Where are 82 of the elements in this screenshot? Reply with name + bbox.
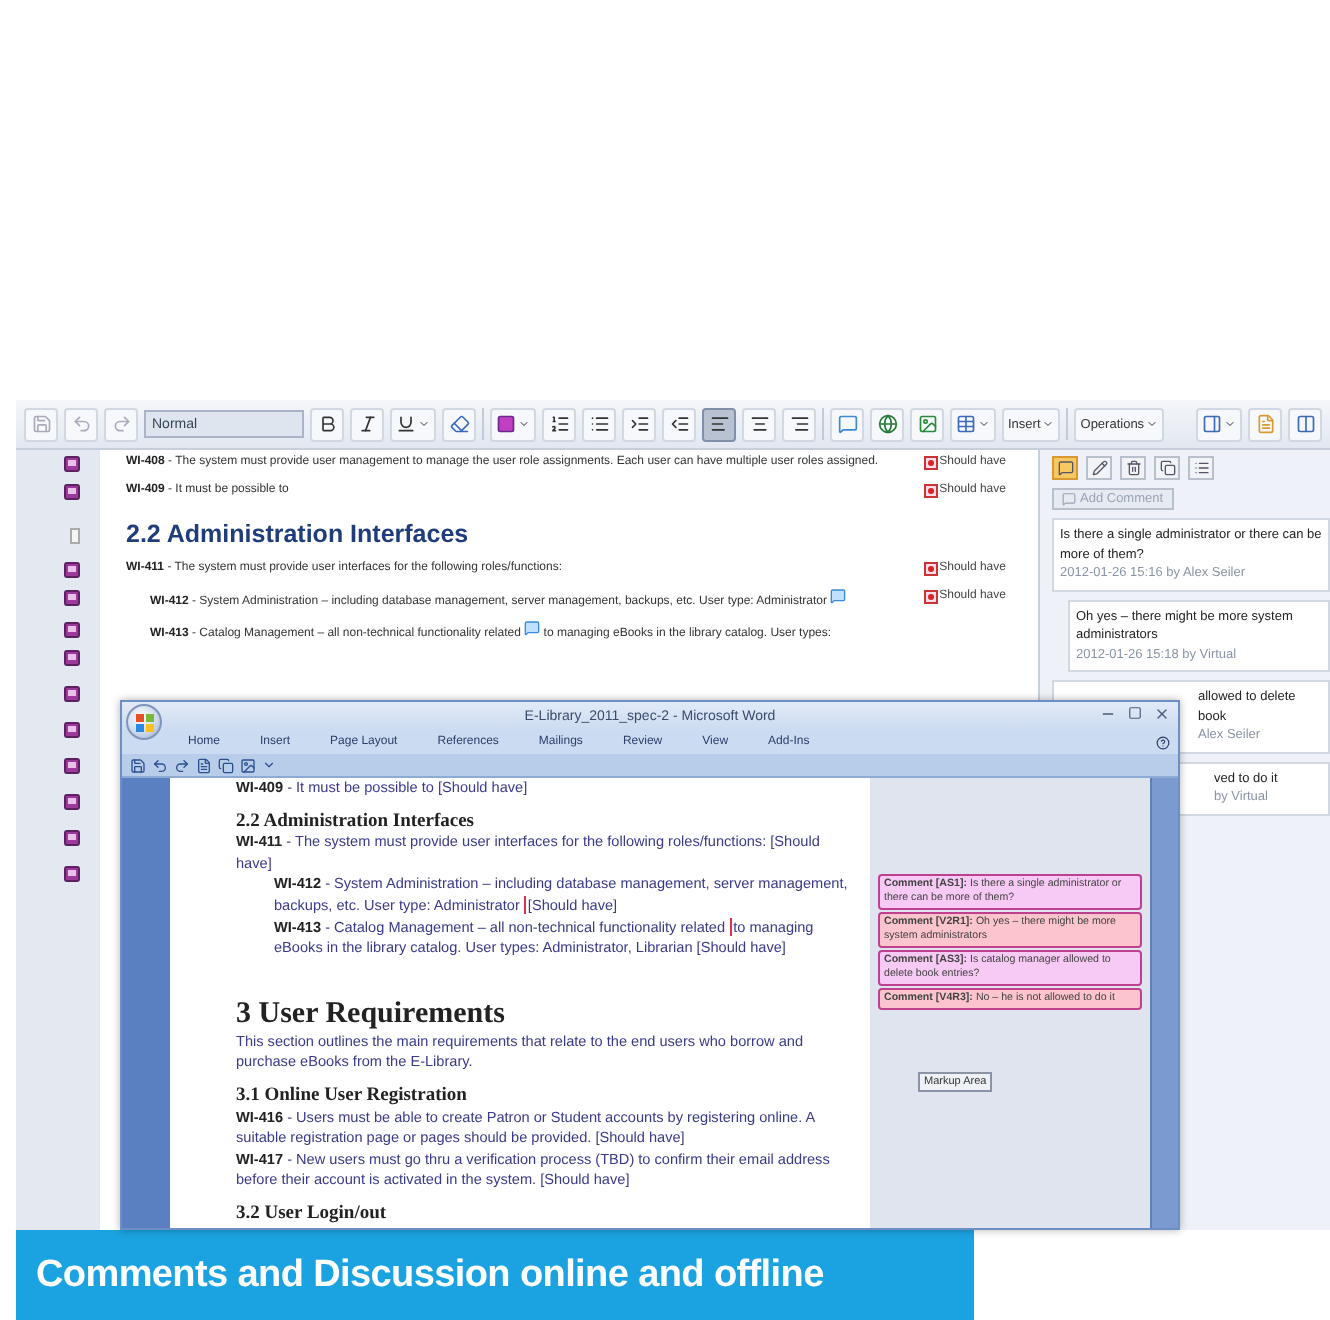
- italic-button[interactable]: [350, 407, 384, 441]
- document-icon: [64, 757, 80, 773]
- square-icon: [496, 414, 516, 434]
- document-icon: [1255, 414, 1275, 434]
- italic-icon: [357, 414, 377, 434]
- table-button[interactable]: [950, 407, 996, 441]
- align-left-icon: [709, 414, 729, 434]
- speech-bubble-icon: [1062, 492, 1076, 506]
- eraser-icon: [449, 414, 469, 434]
- save-icon: [31, 414, 51, 434]
- heading: 2.2 Administration Interfaces: [236, 811, 477, 833]
- indent-button[interactable]: [622, 407, 656, 441]
- undo-icon[interactable]: [152, 757, 168, 773]
- heading: 3.1 Online User Registration: [236, 1085, 469, 1108]
- panel-button[interactable]: [1196, 407, 1242, 441]
- caption-banner: Comments and Discussion online and offline: [16, 1230, 974, 1320]
- bold-button[interactable]: [310, 407, 344, 441]
- outdent-button[interactable]: [662, 407, 696, 441]
- underline-icon: [396, 414, 416, 434]
- indent-icon: [629, 414, 649, 434]
- panel-tool-button[interactable]: [1052, 456, 1078, 480]
- bullet-list-button[interactable]: [582, 407, 616, 441]
- comment-button[interactable]: [830, 407, 864, 441]
- section-heading: 2.2 Administration Interfaces: [124, 518, 471, 552]
- close-icon[interactable]: [1154, 706, 1170, 722]
- copy-icon[interactable]: [218, 757, 234, 773]
- image-icon: [917, 414, 937, 434]
- panel-tool-button[interactable]: [1120, 456, 1146, 480]
- columns-icon: [1295, 414, 1315, 434]
- align-button[interactable]: [702, 407, 736, 441]
- heading: 3 User Requirements: [236, 995, 507, 1032]
- caret-icon: [1042, 418, 1055, 430]
- document-icon: [64, 829, 80, 845]
- caret-icon: [978, 418, 990, 430]
- save-icon[interactable]: [130, 757, 146, 773]
- caret-icon: [1146, 418, 1159, 430]
- caret-icon: [418, 418, 430, 430]
- outdent-icon: [669, 414, 689, 434]
- speech-bubble-icon: [837, 414, 857, 434]
- comment-icon: [1057, 460, 1073, 476]
- page-icon: [70, 528, 80, 544]
- priority-icon: [923, 589, 938, 604]
- redo-icon[interactable]: [174, 757, 190, 773]
- priority-icon: [923, 456, 938, 471]
- image-icon[interactable]: [240, 757, 256, 773]
- copy-icon: [1159, 460, 1175, 476]
- caret-icon: [518, 418, 530, 430]
- numbered-list-button[interactable]: [542, 407, 576, 441]
- edit-icon: [1091, 460, 1107, 476]
- priority-icon: [923, 483, 938, 498]
- panel-tool-button[interactable]: [1154, 456, 1180, 480]
- office-logo-icon: [135, 713, 153, 731]
- table-icon: [956, 414, 976, 434]
- align-right-icon: [789, 414, 809, 434]
- help-icon[interactable]: [1156, 735, 1170, 749]
- redo-icon: [111, 414, 131, 434]
- panel-tool-button[interactable]: [1086, 456, 1112, 480]
- eraser-button[interactable]: [442, 407, 476, 441]
- delete-icon: [1125, 460, 1141, 476]
- document-icon: [64, 685, 80, 701]
- align-center-icon: [749, 414, 769, 434]
- list-icon: [1193, 460, 1209, 476]
- underline-button[interactable]: [390, 407, 436, 441]
- heading: 3.2 User Login/out: [236, 1203, 389, 1225]
- columns-button[interactable]: [1288, 407, 1322, 441]
- globe-icon: [877, 414, 897, 434]
- caret-icon[interactable]: [262, 758, 276, 772]
- document-icon: [64, 793, 80, 809]
- bold-icon: [317, 414, 337, 434]
- panel-icon: [1202, 414, 1222, 434]
- document-icon: [64, 865, 80, 881]
- panel-tool-button[interactable]: [1188, 456, 1214, 480]
- color-button[interactable]: [490, 407, 536, 441]
- priority-icon: [923, 562, 938, 577]
- document-icon: [64, 721, 80, 737]
- undo-icon: [71, 414, 91, 434]
- image-button[interactable]: [910, 407, 944, 441]
- document-icon[interactable]: [196, 757, 212, 773]
- maximize-icon[interactable]: [1128, 706, 1142, 720]
- globe-button[interactable]: [870, 407, 904, 441]
- caret-icon: [1224, 418, 1236, 430]
- numbered-list-icon: [549, 414, 569, 434]
